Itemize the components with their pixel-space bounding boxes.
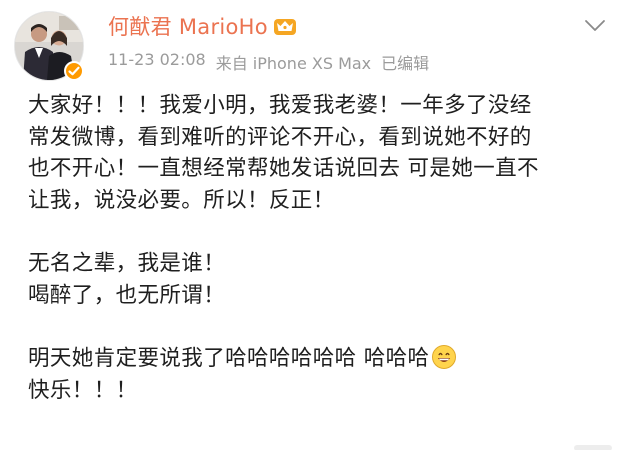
edited-label[interactable]: 已编辑 <box>381 50 429 74</box>
post-header: 何猷君 MarioHo 11-23 02:08 来自 iPhone XS Max… <box>108 11 580 74</box>
chevron-down-icon[interactable] <box>584 18 606 32</box>
paragraph-3: 明天她肯定要说我了哈哈哈哈哈哈 哈哈哈 快乐！！！ <box>28 343 618 406</box>
text-line: 无名之辈，我是谁！ <box>28 251 226 276</box>
timestamp[interactable]: 11-23 02:08 <box>108 50 206 74</box>
text-line: 也不开心！一直想经常帮她发话说回去 可是她一直不 <box>28 156 539 181</box>
paragraph-1: 大家好！！！我爱小明，我爱我老婆！一年多了没经 常发微博，看到难听的评论不开心，… <box>28 90 618 216</box>
author-name[interactable]: 何猷君 MarioHo <box>108 11 268 41</box>
grin-emoji-icon <box>431 344 457 370</box>
post-source: 来自 iPhone XS Max <box>215 54 372 73</box>
verified-badge-icon <box>64 61 84 81</box>
text-line: 喝醉了，也无所谓！ <box>28 282 226 308</box>
name-row: 何猷君 MarioHo <box>108 11 580 41</box>
weibo-post: 何猷君 MarioHo 11-23 02:08 来自 iPhone XS Max… <box>0 0 620 450</box>
post-meta: 11-23 02:08 来自 iPhone XS Max 已编辑 <box>108 50 580 74</box>
text-line: 快乐！！！ <box>28 377 138 403</box>
paragraph-2: 无名之辈，我是谁！ 喝醉了，也无所谓！ <box>28 248 618 311</box>
text-line-with-emoji: 明天她肯定要说我了哈哈哈哈哈哈 哈哈哈 <box>28 343 618 375</box>
text-line: 常发微博，看到难听的评论不开心，看到说她不好的 <box>28 124 532 150</box>
text-line: 大家好！！！我爱小明，我爱我老婆！一年多了没经 <box>28 93 532 118</box>
watermark-icon <box>574 438 612 450</box>
avatar-container[interactable] <box>14 11 84 81</box>
text-line: 明天她肯定要说我了哈哈哈哈哈哈 哈哈哈 <box>28 346 430 371</box>
vip-crown-icon[interactable] <box>273 16 297 36</box>
post-body: 大家好！！！我爱小明，我爱我老婆！一年多了没经 常发微博，看到难听的评论不开心，… <box>28 90 618 406</box>
text-line: 让我，说没必要。所以！反正！ <box>28 187 335 213</box>
